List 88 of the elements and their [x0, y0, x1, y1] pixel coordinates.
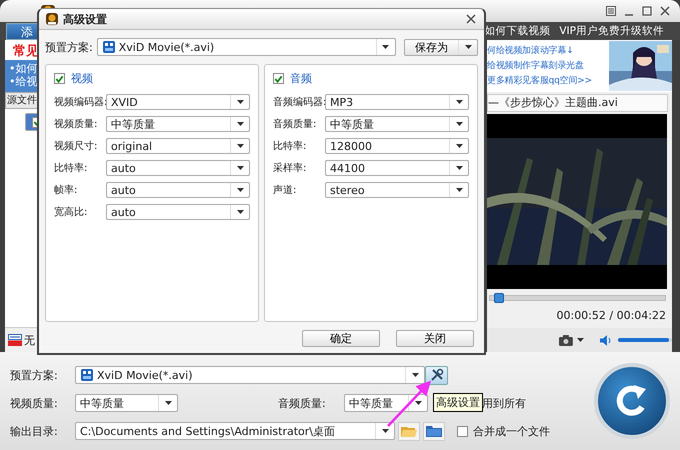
caret-icon[interactable] — [576, 338, 584, 342]
save-as-button[interactable]: 保存为 — [404, 38, 478, 56]
folder-icon — [401, 424, 417, 438]
caret-icon — [456, 166, 462, 170]
dialog-title: 高级设置 — [63, 12, 107, 26]
caret-icon — [464, 45, 472, 49]
dropdown[interactable]: auto — [106, 160, 250, 176]
field-label: 视频尺寸: — [54, 140, 98, 153]
field-label: 比特率: — [273, 140, 308, 153]
field-label: 帧率: — [54, 184, 78, 197]
dropdown[interactable]: 128000 — [325, 138, 469, 154]
checkbox[interactable] — [54, 73, 65, 84]
dialog-button[interactable]: 关闭 — [396, 330, 474, 347]
dialog-button[interactable]: 确定 — [302, 330, 380, 347]
caret-icon — [236, 100, 244, 104]
checkbox-label: 合并成一个文件 — [473, 424, 550, 438]
dropdown[interactable]: XviD Movie(*.avi) — [75, 366, 425, 384]
dropdown[interactable]: stereo — [325, 182, 469, 198]
caret-icon — [382, 45, 390, 49]
tooltip: 高级设置 — [433, 393, 483, 412]
caret-icon — [414, 401, 422, 405]
subtitle-label: 无 — [24, 332, 35, 348]
field-label: 音频编码器: — [273, 96, 325, 109]
field-label: 视频质量: — [54, 118, 98, 131]
menu-icon[interactable] — [606, 6, 616, 16]
file-title: —《步步惊心》主题曲.avi — [487, 94, 668, 112]
field-label: 采样率: — [273, 162, 308, 175]
dropdown[interactable]: XviD Movie(*.avi) — [96, 38, 396, 56]
advanced-settings-button[interactable] — [425, 366, 448, 384]
folder-icon — [426, 424, 442, 438]
dropdown[interactable]: original — [106, 138, 250, 154]
dropdown[interactable]: 中等质量 — [106, 116, 250, 132]
dropdown[interactable]: MP3 — [325, 94, 469, 110]
maximize-icon[interactable] — [642, 6, 652, 16]
subtitle-icon — [8, 334, 22, 346]
dropdown[interactable]: C:\Documents and Settings\Administrator\桌面 — [75, 422, 395, 440]
group-title: 视频 — [71, 71, 93, 86]
caret-icon — [456, 144, 462, 148]
dropdown[interactable]: 中等质量 — [344, 394, 428, 412]
add-button[interactable]: 添 — [6, 22, 40, 40]
dropdown[interactable]: XVID — [106, 94, 250, 110]
field-label: 视频编码器: — [54, 96, 106, 109]
checkbox[interactable] — [273, 73, 284, 84]
caret-icon — [456, 100, 462, 104]
ad-link[interactable]: 更多精彩见客服qq空间>> — [487, 74, 605, 88]
caret-icon — [164, 401, 172, 405]
tools-icon — [430, 368, 444, 382]
field-label: 预置方案: — [10, 368, 59, 382]
checkmark-icon — [274, 74, 283, 84]
dropdown[interactable]: auto — [106, 204, 250, 220]
field-label: 宽高比: — [54, 206, 88, 219]
progress-handle[interactable] — [494, 293, 504, 303]
field-label: 比特率: — [54, 162, 88, 175]
caret-icon — [236, 122, 244, 126]
dropdown[interactable]: 44100 — [325, 160, 469, 176]
app-logo-icon — [45, 12, 59, 26]
playback-time: 00:00:52 / 00:04:22 — [555, 308, 667, 322]
caret-icon — [456, 188, 462, 192]
caret-icon — [382, 429, 388, 433]
checkbox[interactable] — [457, 426, 468, 436]
field-label: 声道: — [273, 184, 298, 197]
caret-icon — [236, 166, 244, 170]
close-icon[interactable] — [466, 14, 476, 24]
close-icon[interactable] — [660, 6, 670, 16]
toolbar-link[interactable]: VIP用户免费升级软件 — [559, 24, 664, 38]
camera-icon[interactable] — [559, 334, 573, 346]
video-file-icon — [80, 368, 94, 382]
browse-folder-button[interactable] — [423, 422, 445, 440]
caret-icon — [236, 188, 244, 192]
dropdown[interactable]: 中等质量 — [75, 394, 178, 412]
field-label: 视频质量: — [10, 396, 59, 410]
checkbox-label: 用到所有 — [482, 396, 526, 410]
checkmark-icon — [55, 74, 64, 84]
ad-link[interactable]: 何给视频加滚动字幕↓ — [487, 44, 605, 58]
dropdown[interactable]: auto — [106, 182, 250, 198]
field-label: 音频质量: — [273, 118, 318, 131]
video-file-icon — [102, 40, 116, 54]
field-label: 预置方案: — [45, 40, 93, 54]
dropdown[interactable]: 中等质量 — [325, 116, 469, 132]
field-label: 输出目录: — [10, 424, 59, 438]
caret-icon — [236, 210, 244, 214]
caret-icon — [412, 373, 418, 377]
speaker-icon[interactable] — [600, 334, 612, 346]
group-title: 音频 — [290, 71, 312, 86]
ad-link[interactable]: 给视频制作字幕刻录光盘 — [487, 58, 605, 74]
caret-icon — [456, 122, 462, 126]
field-label: 音频质量: — [278, 396, 327, 410]
caret-icon — [236, 144, 244, 148]
